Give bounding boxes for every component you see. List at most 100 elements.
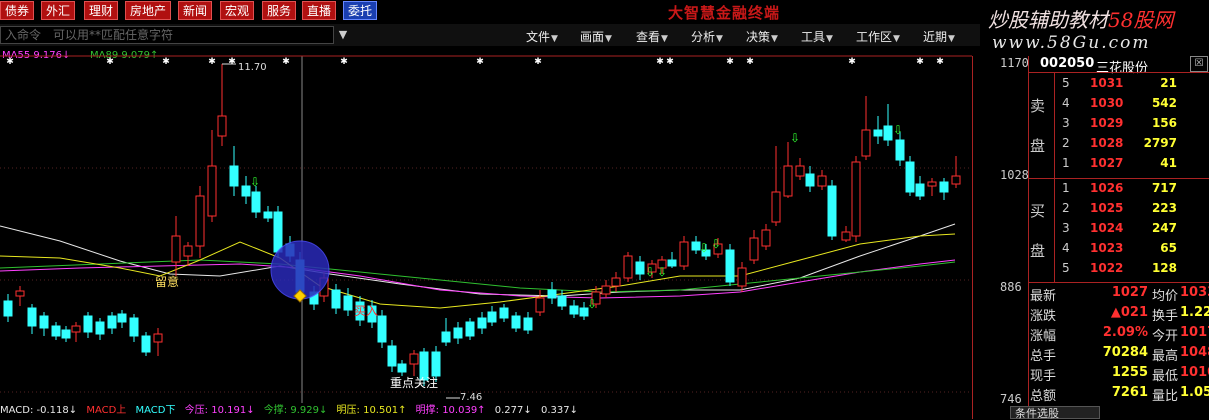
sell-label-top: 卖 bbox=[1030, 97, 1046, 115]
quote-label: 量比 bbox=[1152, 389, 1179, 404]
toolbar-button-finance[interactable]: 理财 bbox=[84, 1, 119, 20]
quote-label: 总手 bbox=[1030, 349, 1057, 364]
candle-body bbox=[725, 249, 735, 283]
candle-body bbox=[397, 363, 407, 373]
candle-body bbox=[61, 329, 71, 339]
menu-analysis[interactable]: 分析▼ bbox=[691, 28, 723, 45]
toolbar-button-entrust[interactable]: 委托 bbox=[343, 1, 378, 20]
chevron-down-icon: ▼ bbox=[771, 34, 778, 44]
sell-price: 1028 bbox=[1090, 136, 1124, 150]
buy-row[interactable]: 4 1023 65 bbox=[1062, 241, 1207, 261]
buy-label-top: 买 bbox=[1030, 202, 1046, 220]
quote-value: ▲021 bbox=[1110, 305, 1148, 320]
quote-label: 总额 bbox=[1030, 389, 1057, 404]
kline-chart[interactable]: ✱ ✱ ✱ ✱ ✱ ✱ ✱ ✱ ✱ ✱ ✱ ✱ ✱ ✱ ✱ ✱⇩⇩⇩ ⇩⇩ ⇩⇩⇩ bbox=[0, 46, 980, 419]
candle-body bbox=[377, 315, 387, 343]
down-arrow-icon: ⇩ bbox=[645, 265, 655, 279]
buy-volume: 717 bbox=[1151, 181, 1177, 195]
toolbar-button-macro[interactable]: 宏观 bbox=[220, 1, 255, 20]
toolbar-button-forex[interactable]: 外汇 bbox=[41, 1, 76, 20]
sell-volume: 41 bbox=[1160, 156, 1177, 170]
ma-line-purple bbox=[0, 259, 956, 299]
candle-body bbox=[453, 327, 463, 339]
menu-file[interactable]: 文件▼ bbox=[526, 28, 558, 45]
candle-body bbox=[611, 277, 621, 287]
buy-row[interactable]: 2 1025 223 bbox=[1062, 201, 1207, 221]
sell-price: 1029 bbox=[1090, 116, 1124, 130]
buy-row[interactable]: 5 1022 128 bbox=[1062, 261, 1207, 281]
candle-body bbox=[817, 175, 827, 187]
quote-value: 1033 bbox=[1180, 285, 1209, 300]
candle-body bbox=[129, 317, 139, 337]
quote-row: 总手 70284 最高1048 bbox=[1030, 345, 1209, 365]
candle-body bbox=[207, 165, 217, 217]
candle-body bbox=[499, 307, 509, 319]
buy-volume: 223 bbox=[1151, 201, 1177, 215]
menu-file-label: 文件 bbox=[526, 30, 551, 44]
top-signal-mark: ✱ bbox=[666, 57, 674, 67]
candlesticks bbox=[3, 64, 961, 386]
down-arrow-icon: ⇩ bbox=[587, 297, 597, 311]
top-signal-mark: ✱ bbox=[340, 57, 348, 67]
candle-body bbox=[905, 161, 915, 193]
toolbar-button-bonds[interactable]: 债券 bbox=[0, 1, 35, 20]
menu-view[interactable]: 查看▼ bbox=[636, 28, 668, 45]
menu-decision-label: 决策 bbox=[746, 30, 771, 44]
candle-body bbox=[95, 321, 105, 335]
quote-row: 最新 1027 均价1033 bbox=[1030, 285, 1209, 305]
toolbar-button-news[interactable]: 新闻 bbox=[178, 1, 213, 20]
candle-body bbox=[487, 311, 497, 323]
candle-body bbox=[679, 241, 689, 267]
chevron-down-icon[interactable]: ▼ bbox=[336, 26, 350, 44]
command-input[interactable]: 入命令 可以用**匹配任意字符 bbox=[0, 26, 334, 44]
menu-analysis-label: 分析 bbox=[691, 30, 716, 44]
menu-tools[interactable]: 工具▼ bbox=[801, 28, 833, 45]
candle-body bbox=[251, 191, 261, 213]
quote-value: 1010 bbox=[1180, 365, 1209, 380]
buy-row[interactable]: 1 1026 717 bbox=[1062, 181, 1207, 201]
sell-row[interactable]: 4 1030 542 bbox=[1062, 96, 1207, 116]
buy-price: 1025 bbox=[1090, 201, 1124, 215]
quote-label: 涨幅 bbox=[1030, 329, 1057, 344]
quote-label: 换手 bbox=[1152, 309, 1179, 324]
buy-price: 1024 bbox=[1090, 221, 1124, 235]
sell-volume: 542 bbox=[1151, 96, 1177, 110]
condition-stock-tab[interactable]: 条件选股 bbox=[1010, 406, 1100, 420]
toolbar-button-service[interactable]: 服务 bbox=[262, 1, 297, 20]
chevron-down-icon: ▼ bbox=[605, 34, 612, 44]
toolbar-button-realestate[interactable]: 房地产 bbox=[125, 1, 172, 20]
buy-row[interactable]: 3 1024 247 bbox=[1062, 221, 1207, 241]
sell-level: 5 bbox=[1062, 76, 1070, 90]
top-signal-mark: ✱ bbox=[936, 57, 944, 67]
buy-volume: 247 bbox=[1151, 221, 1177, 235]
quote-value: 1255 bbox=[1111, 365, 1148, 380]
menu-workspace[interactable]: 工作区▼ bbox=[856, 28, 900, 45]
sell-row[interactable]: 1 1027 41 bbox=[1062, 156, 1207, 176]
buy-level: 1 bbox=[1062, 181, 1070, 195]
watermark-text-b: 58股网 bbox=[1108, 8, 1174, 32]
menu-screen[interactable]: 画面▼ bbox=[580, 28, 612, 45]
menu-decision[interactable]: 决策▼ bbox=[746, 28, 778, 45]
sell-row[interactable]: 2 1028 2797 bbox=[1062, 136, 1207, 156]
sell-row[interactable]: 3 1029 156 bbox=[1062, 116, 1207, 136]
candle-body bbox=[465, 321, 475, 337]
top-signal-mark: ✱ bbox=[6, 57, 14, 67]
candle-body bbox=[141, 335, 151, 353]
macd-down-label: MACD下 bbox=[135, 405, 176, 416]
buy-price: 1022 bbox=[1090, 261, 1124, 275]
sell-row[interactable]: 5 1031 21 bbox=[1062, 76, 1207, 96]
candle-body bbox=[667, 259, 677, 267]
toolbar-button-live[interactable]: 直播 bbox=[302, 1, 337, 20]
close-icon[interactable]: ☒ bbox=[1190, 56, 1208, 72]
menu-recent[interactable]: 近期▼ bbox=[923, 28, 955, 45]
top-signal-mark: ✱ bbox=[726, 57, 734, 67]
candle-body bbox=[117, 313, 127, 323]
divider bbox=[1028, 178, 1209, 179]
sell-volume: 156 bbox=[1151, 116, 1177, 130]
menu-workspace-label: 工作区 bbox=[856, 30, 893, 44]
candle-body bbox=[927, 181, 937, 187]
candle-body bbox=[883, 125, 893, 141]
candle-body bbox=[511, 315, 521, 329]
candle-body bbox=[51, 325, 61, 337]
macd-up-label: MACD上 bbox=[86, 405, 127, 416]
